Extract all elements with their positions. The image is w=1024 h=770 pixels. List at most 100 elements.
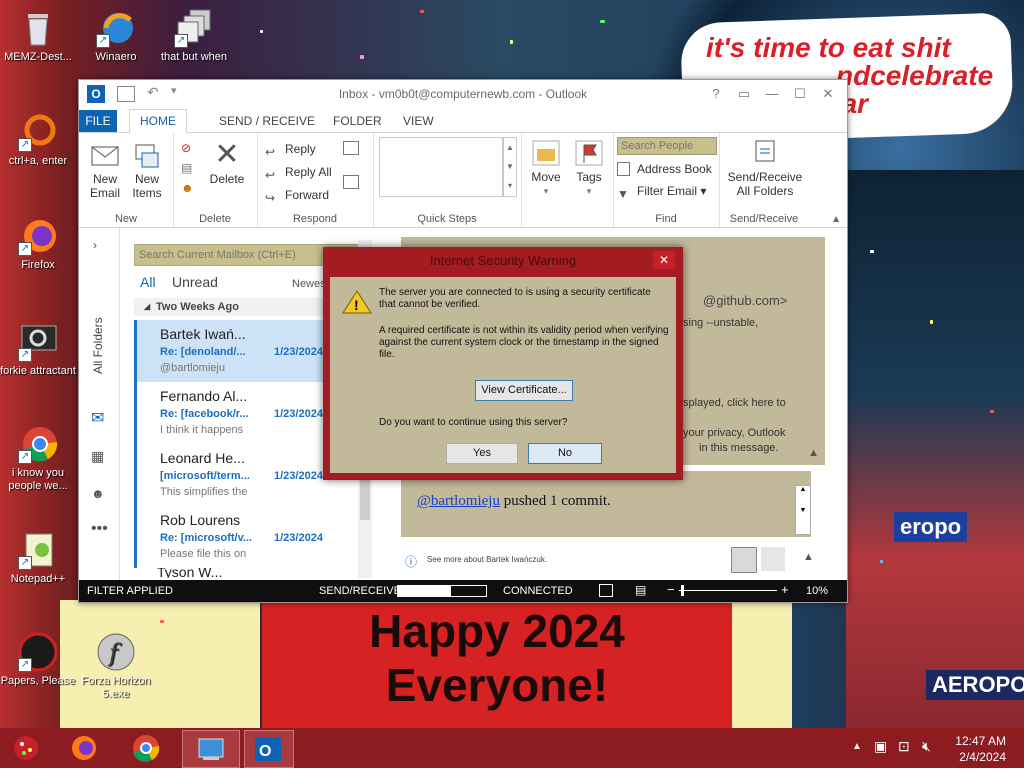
filter-applied-status: FILTER APPLIED xyxy=(87,585,173,597)
filter-unread-tab[interactable]: Unread xyxy=(172,274,218,290)
show-hidden-icons[interactable]: ▲ xyxy=(852,741,862,752)
filter-all-tab[interactable]: All xyxy=(140,274,156,290)
desktop-icon-copies[interactable]: ↗ that but when xyxy=(156,8,232,64)
tab-file[interactable]: FILE xyxy=(79,110,117,132)
quick-steps-gallery[interactable] xyxy=(379,137,503,197)
sort-dropdown[interactable]: Newes xyxy=(292,278,326,290)
progress-fill xyxy=(398,586,451,596)
quick-steps-scroll[interactable]: ▲ ▼ ▾ xyxy=(503,137,517,197)
zoom-out-icon[interactable]: − xyxy=(667,582,675,597)
zoom-slider[interactable] xyxy=(679,585,777,596)
network-icon[interactable]: ⊡ xyxy=(898,738,910,755)
people-nav-icon[interactable]: ☻ xyxy=(91,486,105,501)
search-people-input[interactable] xyxy=(617,137,717,155)
tab-send-receive[interactable]: SEND / RECEIVE xyxy=(209,110,325,132)
group-header[interactable]: ◢ Two Weeks Ago xyxy=(134,298,354,316)
zoom-in-icon[interactable]: + xyxy=(781,582,789,597)
reading-view-icon[interactable]: ▤ xyxy=(635,583,646,597)
move-button[interactable]: Move ▾ xyxy=(525,139,567,198)
volume-muted-icon[interactable]: 🔇︎ xyxy=(922,738,931,755)
tab-view[interactable]: VIEW xyxy=(393,110,444,132)
desktop-icon-firefox[interactable]: ↗ Firefox xyxy=(0,216,76,272)
zoom-slider-thumb[interactable] xyxy=(681,585,684,596)
title-bar: O ↶ ▾ Inbox - vm0b0t@computernewb.com - … xyxy=(79,80,847,108)
mail-preview: This simplifies the xyxy=(160,486,248,498)
view-certificate-button[interactable]: View Certificate... xyxy=(475,380,573,401)
move-folder-icon xyxy=(531,139,561,167)
desktop-icon-chrome[interactable]: ↗ i know you people we... xyxy=(0,424,76,493)
filter-email-button[interactable]: ▼ Filter Email ▾ xyxy=(617,181,706,201)
tags-button[interactable]: Tags ▾ xyxy=(569,139,609,198)
close-button[interactable]: ✕ xyxy=(815,84,841,104)
mail-item[interactable]: Tyson W... xyxy=(134,568,354,578)
new-email-button[interactable]: New Email xyxy=(85,141,125,200)
delete-x-icon: ✕ xyxy=(214,138,240,171)
desktop-icon-winaero[interactable]: ↗ Winaero xyxy=(78,8,154,64)
action-center-icon[interactable]: ▣ xyxy=(874,738,887,755)
group-label: Quick Steps xyxy=(417,213,477,225)
delete-button[interactable]: ✕ Delete xyxy=(207,138,247,187)
desktop-icon-forkie[interactable]: ↗ forkie attractant xyxy=(0,322,76,378)
clock[interactable]: 12:47 AM 2/4/2024 xyxy=(955,733,1006,765)
address-book-button[interactable]: Address Book xyxy=(617,159,712,179)
ribbon-group-find: Address Book ▼Filter Email ▾ Find xyxy=(613,133,720,227)
taskbar-firefox-icon[interactable] xyxy=(64,732,104,764)
avatar[interactable] xyxy=(731,547,757,573)
ribbon-display-icon[interactable]: ▭ xyxy=(731,84,757,104)
junk-icon[interactable]: ☻ xyxy=(181,181,199,197)
user-link[interactable]: @bartlomieju xyxy=(417,493,500,509)
taskbar-chrome-icon[interactable] xyxy=(126,732,166,764)
ribbon-group-respond: ↩ Reply ↩ Reply All ↪ Forward Respond xyxy=(257,133,374,227)
poster-line-1: Happy 2024 xyxy=(369,605,625,657)
desktop-icon-notepad[interactable]: ↗ Notepad++ xyxy=(0,530,76,586)
info-icon: ⓘ xyxy=(405,555,418,569)
no-button[interactable]: No xyxy=(528,443,602,464)
taskbar-control-panel-icon[interactable] xyxy=(182,730,240,768)
desktop-icon-memz[interactable]: MEMZ-Dest... xyxy=(0,8,76,64)
dialog-close-button[interactable]: ✕ xyxy=(653,251,675,269)
collapse-header-icon[interactable]: ▲ xyxy=(808,447,819,459)
folder-pane-collapsed: › All Folders ✉ ▦ ☻ ••• xyxy=(79,228,120,580)
taskbar-outlook-icon[interactable]: O xyxy=(244,730,294,768)
body-scrollbar[interactable]: ▲ ▼ xyxy=(795,485,811,535)
forward-button[interactable]: ↪ Forward xyxy=(265,185,329,205)
minimize-button[interactable]: — xyxy=(759,84,785,104)
normal-view-icon[interactable] xyxy=(599,584,613,597)
tab-home[interactable]: HOME xyxy=(129,109,187,133)
wallpaper-poster-right xyxy=(732,600,792,728)
ignore-icon[interactable]: ⊘ xyxy=(181,141,199,157)
ribbon-group-quick-steps: ▲ ▼ ▾ Quick Steps xyxy=(373,133,522,227)
avatar[interactable] xyxy=(761,547,785,571)
start-button[interactable] xyxy=(6,732,46,764)
mail-nav-icon[interactable]: ✉ xyxy=(91,408,104,428)
desktop-icon-papers[interactable]: ↗ Papers, Please xyxy=(0,632,76,688)
new-items-button[interactable]: New Items xyxy=(127,141,167,200)
desktop-icon-label: Notepad++ xyxy=(10,573,66,585)
shortcut-arrow-icon: ↗ xyxy=(174,34,188,48)
mail-date: 1/23/2024 xyxy=(274,346,323,358)
clean-up-icon[interactable]: ▤ xyxy=(181,161,199,177)
calendar-nav-icon[interactable]: ▦ xyxy=(91,448,104,465)
maximize-button[interactable]: ☐ xyxy=(787,84,813,104)
more-nav-icon[interactable]: ••• xyxy=(91,520,108,538)
help-icon[interactable]: ? xyxy=(703,84,729,104)
desktop-icon-label: Firefox xyxy=(21,259,55,271)
all-folders-label-wrap[interactable]: All Folders xyxy=(85,278,115,378)
more-respond-icon[interactable] xyxy=(343,175,359,189)
expand-folder-pane-icon[interactable]: › xyxy=(93,238,97,252)
send-receive-all-button[interactable]: Send/Receive All Folders xyxy=(723,139,807,198)
meeting-icon[interactable] xyxy=(343,141,359,155)
zoom-level[interactable]: 10% xyxy=(806,585,828,597)
collapse-ribbon-icon[interactable]: ▲ xyxy=(831,214,841,225)
yes-button[interactable]: Yes xyxy=(446,443,518,464)
expand-people-pane-icon[interactable]: ▲ xyxy=(803,551,814,563)
dialog-message-1: The server you are connected to is using… xyxy=(379,287,651,310)
tab-folder[interactable]: FOLDER xyxy=(323,110,392,132)
reply-button[interactable]: ↩ Reply xyxy=(265,139,316,159)
mail-item[interactable]: Rob Lourens Re: [microsoft/v... 1/23/202… xyxy=(134,506,357,568)
desktop-icon-ring[interactable]: ↗ ctrl+a, enter xyxy=(0,112,76,168)
reply-all-button[interactable]: ↩ Reply All xyxy=(265,162,332,182)
desktop-icon-forza[interactable]: f Forza Horizon 5.exe xyxy=(78,632,154,701)
reading-text[interactable]: splayed, click here to xyxy=(683,397,786,409)
people-pane-text[interactable]: See more about Bartek Iwańczuk. xyxy=(427,555,547,564)
